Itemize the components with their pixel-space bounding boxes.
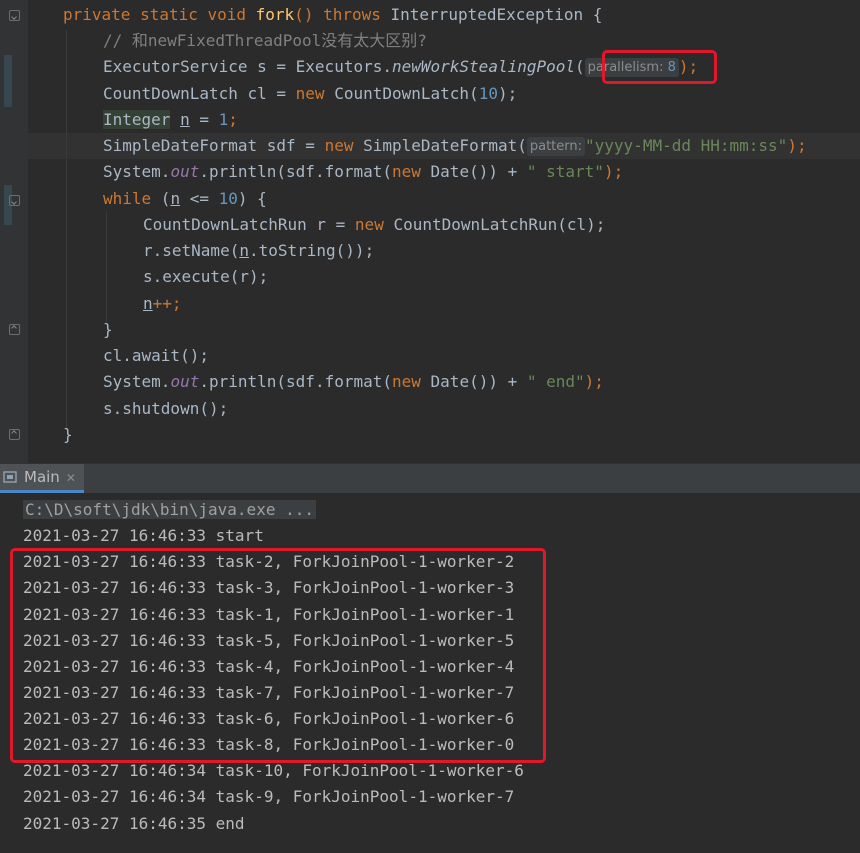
- console-line: 2021-03-27 16:46:35 end: [23, 814, 245, 833]
- code-line-while: while (n <= 10) {: [103, 189, 267, 208]
- code-line-increment: n++;: [143, 294, 182, 313]
- console-line: 2021-03-27 16:46:34 task-9, ForkJoinPool…: [23, 787, 515, 806]
- fold-icon[interactable]: [9, 195, 20, 206]
- close-icon[interactable]: ✕: [66, 471, 76, 485]
- code-line-latch: CountDownLatch cl = new CountDownLatch(1…: [103, 84, 518, 103]
- code-line-integer: Integer n = 1;: [103, 110, 238, 129]
- console-icon: [3, 471, 17, 483]
- code-line-method-close: }: [63, 425, 73, 444]
- code-line-execute: s.execute(r);: [143, 267, 269, 286]
- console-output[interactable]: C:\D\soft\jdk\bin\java.exe ... 2021-03-2…: [0, 493, 860, 853]
- editor-gutter: [0, 0, 28, 463]
- code-editor[interactable]: private static void fork() throws Interr…: [0, 0, 860, 463]
- annotation-box-parallelism: [602, 50, 717, 84]
- indent-guide: [106, 212, 107, 322]
- code-line-comment: // 和newFixedThreadPool没有太大区别?: [103, 31, 427, 50]
- tab-main-label: Main: [24, 468, 60, 486]
- code-line-method-signature: private static void fork() throws Interr…: [63, 5, 603, 24]
- code-line-run-new: CountDownLatchRun r = new CountDownLatch…: [143, 215, 606, 234]
- tab-main[interactable]: Main ✕: [0, 464, 84, 493]
- code-line-shutdown: s.shutdown();: [103, 399, 229, 418]
- code-line-print-end: System.out.println(sdf.format(new Date()…: [103, 372, 604, 391]
- code-line-date-format: SimpleDateFormat sdf = new SimpleDateFor…: [103, 136, 807, 156]
- fold-icon[interactable]: [9, 429, 20, 440]
- code-line-print-start: System.out.println(sdf.format(new Date()…: [103, 162, 624, 181]
- fold-icon[interactable]: [9, 324, 20, 335]
- fold-icon[interactable]: [9, 10, 20, 21]
- indent-guide: [66, 30, 67, 428]
- code-line-while-close: }: [103, 320, 113, 339]
- annotation-box-parallel-tasks: [10, 548, 546, 763]
- change-marker: [4, 55, 12, 107]
- code-line-set-name: r.setName(n.toString());: [143, 241, 375, 260]
- parameter-hint-pattern: pattern:: [526, 137, 586, 156]
- code-line-await: cl.await();: [103, 346, 209, 365]
- console-line: 2021-03-27 16:46:33 start: [23, 526, 264, 545]
- console-command-line[interactable]: C:\D\soft\jdk\bin\java.exe ...: [23, 497, 316, 523]
- run-panel-header: Main ✕: [0, 463, 860, 493]
